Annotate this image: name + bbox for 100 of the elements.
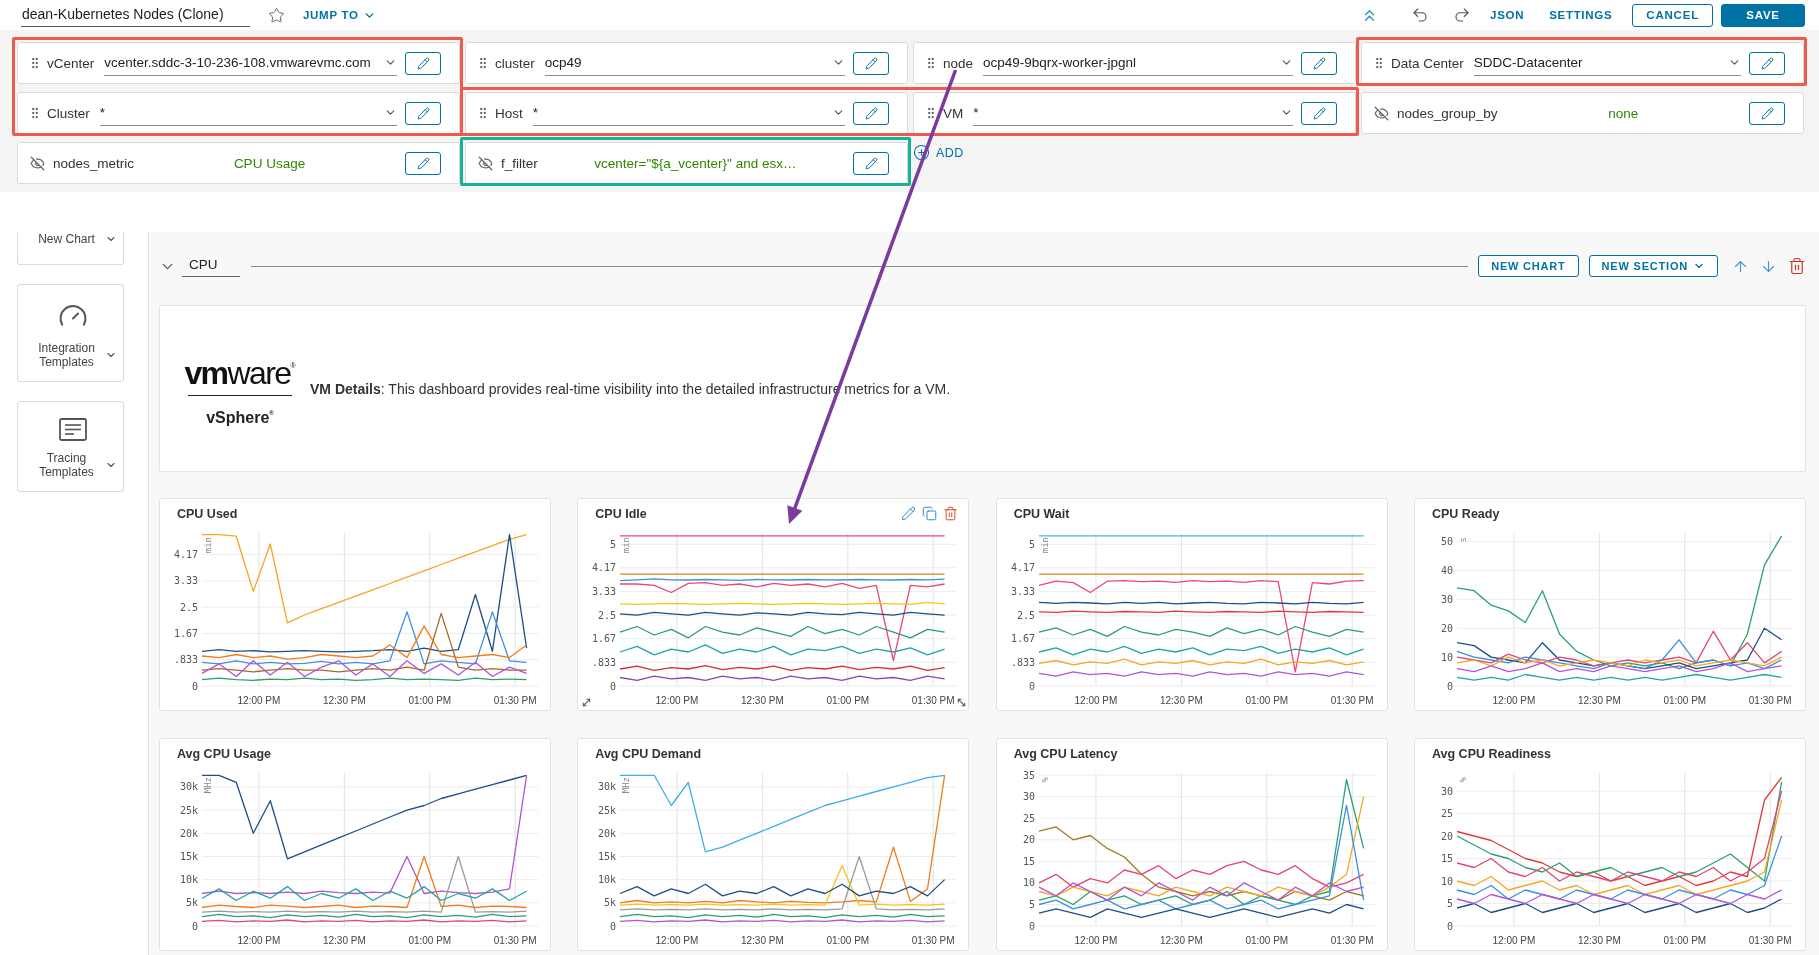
logo-product-name: vSphere$^{®}$	[206, 407, 274, 427]
header-link[interactable]: SETTINGS	[1549, 9, 1613, 21]
variable-select[interactable]: vcenter.sddc-3-10-236-108.vmwarevmc.com	[104, 50, 397, 76]
y-axis-label: 5	[1028, 538, 1035, 550]
variable-select[interactable]: SDDC-Datacenter	[1473, 50, 1741, 76]
trash-icon[interactable]	[1788, 257, 1806, 275]
curved-right-arrow-icon[interactable]	[1453, 6, 1472, 24]
y-axis-label: 3.33	[173, 575, 198, 587]
variable-label: Host	[495, 105, 523, 121]
sidebar-item[interactable]: New Chart	[17, 232, 124, 265]
y-axis-label: 20	[1022, 834, 1035, 846]
trash-icon[interactable]	[943, 506, 959, 521]
pencil-icon[interactable]	[901, 506, 917, 521]
x-axis-label: 12:30 PM	[1577, 935, 1621, 946]
y-axis-label: 20k	[598, 827, 617, 839]
eye-slash-icon[interactable]	[30, 155, 45, 171]
y-axis-label: 0	[1028, 680, 1035, 692]
y-axis-label: 2.5	[179, 601, 198, 613]
y-axis-label: 10k	[598, 874, 617, 886]
x-axis-label: 12:30 PM	[741, 695, 785, 706]
edit-button[interactable]	[853, 51, 889, 75]
edit-button[interactable]	[1301, 101, 1337, 125]
y-axis-label: 10k	[179, 874, 198, 886]
chart-title: Avg CPU Demand	[595, 747, 702, 761]
curved-left-arrow-icon[interactable]	[1411, 6, 1430, 24]
save-button[interactable]: SAVE	[1721, 3, 1805, 27]
edit-button[interactable]	[1749, 51, 1785, 75]
pencil-icon	[864, 156, 878, 170]
variable-label: Cluster	[47, 105, 90, 121]
unit-label: min	[1039, 537, 1050, 554]
x-axis-label: 12:00 PM	[1492, 935, 1536, 946]
edit-button[interactable]	[1749, 101, 1785, 125]
variable-label: VM	[943, 105, 964, 121]
x-axis-label: 01:00 PM	[1245, 695, 1288, 706]
diagonal-arrow-icon[interactable]	[956, 697, 968, 708]
x-axis-label: 12:00 PM	[237, 695, 281, 706]
variable-label: vCenter	[47, 55, 95, 71]
pencil-icon	[864, 56, 878, 70]
new-chart-button[interactable]: NEW CHART	[1478, 255, 1579, 277]
y-axis-label: 5	[1028, 898, 1035, 910]
jump-to-button[interactable]: JUMP TO	[303, 8, 376, 22]
y-axis-label: 2.5	[598, 609, 617, 621]
x-axis-label: 01:30 PM	[493, 935, 537, 946]
edit-button[interactable]	[405, 151, 441, 175]
pencil-icon	[1312, 56, 1326, 70]
cancel-button[interactable]: CANCEL	[1632, 3, 1713, 27]
y-axis-label: 15	[1022, 855, 1035, 867]
y-axis-label: 20k	[179, 827, 198, 839]
unit-label: %	[1039, 777, 1050, 783]
logo-wordmark: vmware$^{®}$	[184, 353, 296, 388]
sidebar-item[interactable]: Integration Templates	[17, 284, 124, 382]
star-icon[interactable]	[268, 6, 285, 24]
y-axis-label: 25	[1440, 808, 1453, 819]
variable-value: none	[1607, 105, 1640, 121]
x-axis-label: 01:30 PM	[1748, 935, 1792, 946]
y-axis-label: 30	[1022, 791, 1035, 803]
edit-button[interactable]	[853, 101, 889, 125]
y-axis-label: 10	[1022, 877, 1035, 889]
y-axis-label: 25k	[598, 804, 617, 816]
pencil-icon	[1760, 106, 1774, 120]
x-axis-label: 12:30 PM	[1159, 695, 1203, 706]
x-axis-label: 12:00 PM	[1492, 695, 1536, 706]
x-axis-label: 12:30 PM	[741, 935, 785, 946]
edit-button[interactable]	[1301, 51, 1337, 75]
variable-select[interactable]: *	[532, 100, 845, 126]
edit-button[interactable]	[405, 51, 441, 75]
eye-slash-icon[interactable]	[478, 155, 493, 171]
x-axis-label: 01:00 PM	[1245, 935, 1288, 946]
diagonal-arrow-icon[interactable]	[581, 697, 593, 708]
x-axis-label: 12:30 PM	[322, 935, 366, 946]
y-axis-label: 0	[191, 920, 198, 932]
edit-button[interactable]	[853, 151, 889, 175]
chart-title: Avg CPU Latency	[1013, 747, 1118, 761]
y-axis-label: 30	[1440, 593, 1453, 605]
variable-select[interactable]: ocp49-9bqrx-worker-jpgnl	[983, 50, 1293, 76]
unit-label: min	[621, 537, 632, 554]
dashboard-title-field[interactable]: dean-Kubernetes Nodes (Clone)	[21, 3, 250, 27]
y-axis-label: 0	[610, 680, 617, 692]
variable-label: nodes_metric	[53, 155, 135, 171]
variable-select[interactable]: *	[99, 100, 397, 126]
y-axis-label: 0	[1446, 680, 1453, 692]
y-axis-label: 20	[1440, 622, 1453, 634]
section-name-field[interactable]: CPU	[182, 255, 240, 277]
x-axis-label: 01:00 PM	[826, 935, 870, 946]
copy-icon[interactable]	[922, 506, 938, 521]
eye-slash-icon[interactable]	[1374, 105, 1389, 121]
x-axis-label: 12:00 PM	[655, 935, 699, 946]
chart-title: CPU Ready	[1432, 507, 1500, 521]
variable-select[interactable]: *	[973, 100, 1293, 126]
add-button[interactable]: ADD	[913, 144, 964, 161]
x-axis-label: 12:30 PM	[1159, 935, 1203, 946]
sidebar-item[interactable]: Tracing Templates	[17, 401, 124, 492]
new-section-button[interactable]: NEW SECTION	[1588, 255, 1718, 277]
y-axis-label: 25k	[179, 804, 198, 816]
header-link[interactable]: JSON	[1490, 9, 1525, 21]
y-axis-label: 4.17	[173, 548, 198, 560]
edit-button[interactable]	[405, 101, 441, 125]
variable-select[interactable]: ocp49	[544, 50, 845, 76]
variable-label: f_filter	[501, 155, 538, 171]
y-axis-label: 3.33	[592, 586, 617, 598]
